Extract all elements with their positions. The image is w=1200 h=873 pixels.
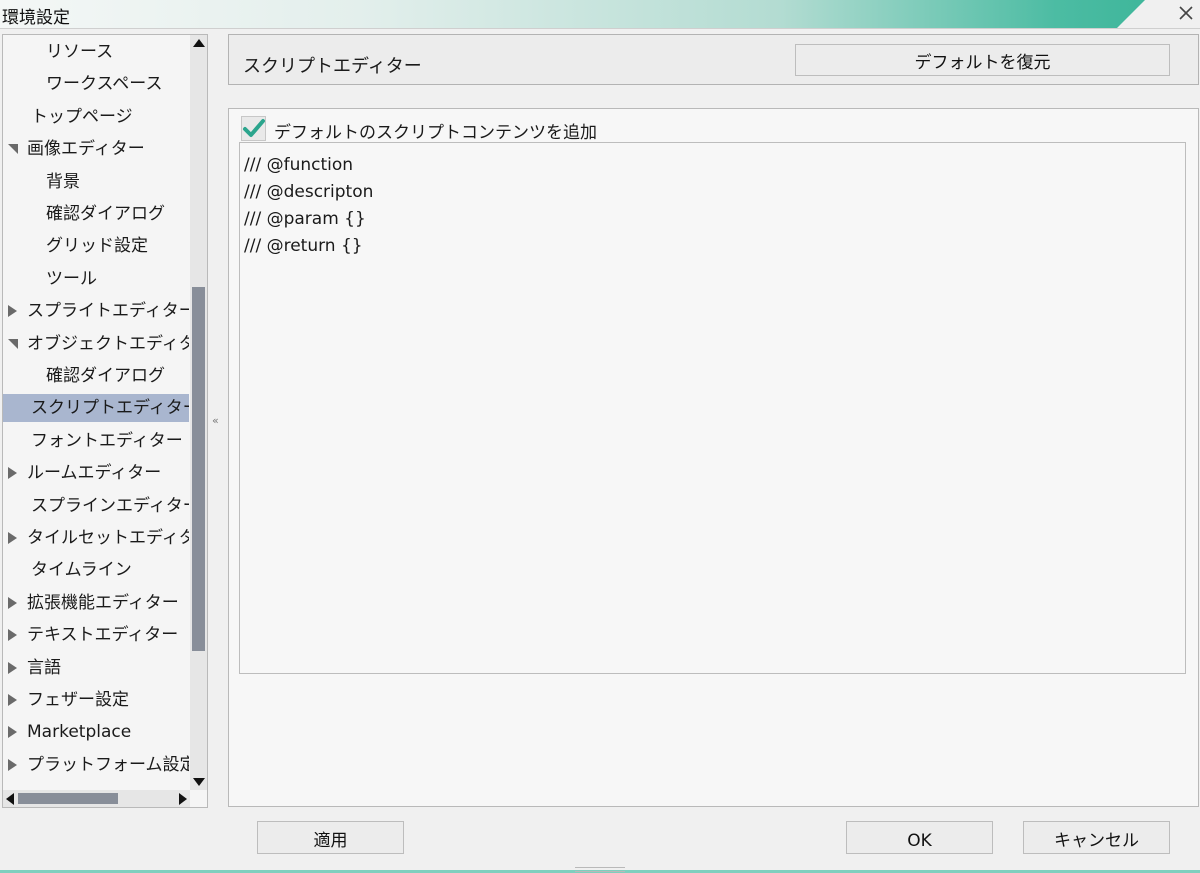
tree-item[interactable]: フォントエディター (3, 427, 189, 455)
tree-item-label: 背景 (46, 171, 80, 192)
tree-item-label: 拡張機能エディター (27, 592, 179, 613)
triangle-right-icon[interactable] (8, 726, 17, 739)
tree-item[interactable]: テキストエディター (3, 621, 189, 649)
tree-item-label: 確認ダイアログ (46, 204, 165, 224)
tree-item[interactable]: スクリプトエディター (3, 394, 189, 423)
script-template-editor[interactable]: /// @function /// @descripton /// @param {… (239, 142, 1186, 674)
editor-line: /// @descripton (244, 182, 374, 202)
triangle-right-icon[interactable] (8, 596, 17, 609)
scroll-up-arrow-icon[interactable] (193, 39, 205, 47)
tree-item[interactable]: オブジェクトエディター (3, 330, 189, 358)
tree-item[interactable]: ツール (3, 265, 189, 293)
tree-item-label: プラットフォーム設定 (27, 754, 189, 775)
default-script-checkbox[interactable] (241, 116, 266, 141)
triangle-right-icon[interactable] (8, 629, 17, 642)
tree-item[interactable]: 拡張機能エディター (3, 589, 189, 617)
triangle-right-icon[interactable] (8, 758, 17, 771)
cancel-button[interactable]: キャンセル (1023, 821, 1170, 854)
tree-item-label: スプラインエディター (31, 495, 189, 516)
triangle-right-icon[interactable] (8, 305, 17, 318)
tree-item[interactable]: スプライトエディター (3, 297, 189, 325)
tree-item[interactable]: フェザー設定 (3, 686, 189, 714)
check-icon (243, 119, 265, 137)
tree-vertical-scrollbar[interactable] (190, 35, 207, 790)
tree-item[interactable]: ワークスペース (3, 70, 189, 98)
editor-line: /// @param {} (244, 209, 366, 229)
scroll-right-arrow-icon[interactable] (179, 793, 187, 805)
tree-item[interactable]: 背景 (3, 168, 189, 196)
tree-item-label: ワークスペース (46, 74, 163, 95)
tree-item-label: Marketplace (27, 722, 132, 743)
tree-item[interactable]: ルームエディター (3, 459, 189, 487)
tree-item-label: フェザー設定 (27, 690, 129, 710)
tree-item-label: グリッド設定 (46, 236, 148, 257)
tree-item-label: スプライトエディター (27, 301, 189, 322)
tree-item[interactable]: 確認ダイアログ (3, 200, 189, 228)
tree-item[interactable]: 確認ダイアログ (3, 362, 189, 390)
restore-defaults-button[interactable]: デフォルトを復元 (795, 44, 1170, 76)
tree-items: リソースワークスペーストップページ画像エディター背景確認ダイアログ グリッド設定ツ… (3, 35, 189, 790)
tree-item-label: ツール (46, 268, 97, 289)
tree-item-label: トップページ (31, 106, 133, 127)
panel-header: スクリプトエディター デフォルトを復元 (228, 34, 1199, 85)
tree-item[interactable]: 画像エディター (3, 135, 189, 163)
tree-horizontal-scrollbar[interactable] (3, 790, 190, 807)
tree-item[interactable]: タイルセットエディター (3, 524, 189, 552)
resize-grip[interactable] (575, 867, 625, 872)
triangle-down-icon[interactable] (8, 338, 18, 349)
tree-item-label: 確認ダイアログ (46, 366, 165, 386)
triangle-down-icon[interactable] (8, 144, 18, 155)
window-title: 環境設定 (2, 8, 70, 28)
tree-item[interactable]: リソース (3, 38, 189, 66)
default-script-checkbox-label: デフォルトのスクリプトコンテンツを追加 (274, 123, 597, 143)
tree-item[interactable]: プラットフォーム設定 (3, 751, 189, 779)
collapse-splitter-icon[interactable]: « (212, 414, 219, 427)
title-bar: 環境設定 (0, 0, 1200, 29)
tree-item-label: ルームエディター (27, 463, 162, 484)
panel-title: スクリプトエディター (243, 56, 422, 77)
tree-item-label: テキストエディター (27, 625, 179, 646)
horizontal-scroll-thumb[interactable] (18, 793, 118, 804)
editor-line: /// @return {} (244, 236, 363, 256)
panel-content: デフォルトのスクリプトコンテンツを追加 /// @function /// @de… (228, 108, 1199, 807)
tree-item-label: 言語 (27, 657, 61, 678)
tree-item[interactable]: スプラインエディター (3, 492, 189, 520)
tree-item-label: タイムライン (31, 560, 132, 581)
scroll-left-arrow-icon[interactable] (6, 793, 14, 805)
tree-item-label: リソース (46, 42, 114, 62)
ok-button[interactable]: OK (846, 821, 993, 854)
scroll-down-arrow-icon[interactable] (193, 778, 205, 786)
tree-item[interactable]: 言語 (3, 654, 189, 682)
triangle-right-icon[interactable] (8, 661, 17, 674)
close-icon[interactable] (1176, 3, 1196, 23)
tree-item-label: スクリプトエディター (31, 398, 189, 419)
vertical-scroll-thumb[interactable] (192, 287, 205, 651)
tree-item-label: フォントエディター (31, 430, 183, 451)
settings-tree: リソースワークスペーストップページ画像エディター背景確認ダイアログ グリッド設定ツ… (2, 34, 208, 808)
triangle-right-icon[interactable] (8, 467, 17, 480)
triangle-right-icon[interactable] (8, 532, 17, 544)
tree-item[interactable]: Marketplace (3, 718, 189, 746)
tree-item-label: 画像エディター (27, 139, 145, 160)
tree-item[interactable]: グリッド設定 (3, 232, 189, 260)
tree-item[interactable]: トップページ (3, 103, 189, 131)
triangle-right-icon[interactable] (8, 694, 17, 706)
tree-item-label: タイルセットエディター (27, 528, 189, 548)
tree-item-label: オブジェクトエディター (27, 333, 189, 354)
editor-line: /// @function (244, 155, 354, 175)
apply-button[interactable]: 適用 (257, 821, 404, 854)
tree-item[interactable]: タイムライン (3, 556, 189, 584)
